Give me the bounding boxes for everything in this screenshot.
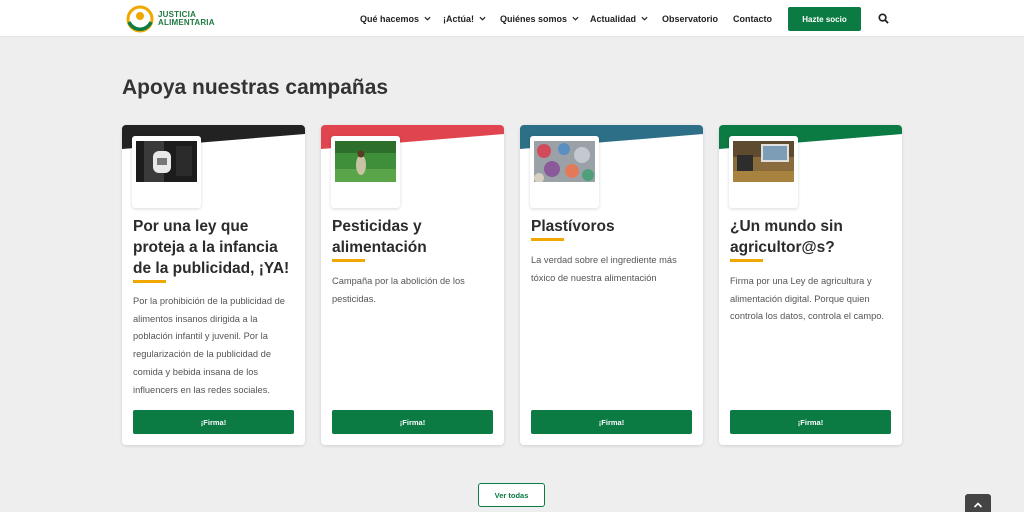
title-underline [332, 259, 365, 262]
campaign-image [136, 141, 197, 182]
chevron-down-icon [479, 16, 486, 21]
section-title: Apoya nuestras campañas [122, 76, 389, 99]
card-title: Por una ley que proteja a la infancia de… [133, 218, 290, 277]
campaign-card: Plastívoros La verdad sobre el ingredien… [520, 125, 703, 445]
campaign-image [335, 141, 396, 182]
campaign-image [534, 141, 595, 182]
card-image-frame [132, 136, 201, 208]
card-image-frame [729, 136, 798, 208]
nav-label: Qué hacemos [360, 13, 420, 24]
nav-actualidad[interactable]: Actualidad [590, 0, 648, 37]
card-description: La verdad sobre el ingrediente más tóxic… [531, 255, 677, 283]
card-description: Por la prohibición de la publicidad de a… [133, 296, 285, 395]
ver-todas-button[interactable]: Ver todas [478, 483, 545, 507]
nav-label: Contacto [733, 13, 772, 24]
campaign-card: Por una ley que proteja a la infancia de… [122, 125, 305, 445]
firma-button[interactable]: ¡Firma! [332, 410, 493, 434]
card-description: Firma por una Ley de agricultura y alime… [730, 276, 884, 322]
campaign-card: ¿Un mundo sin agricultor@s? Firma por un… [719, 125, 902, 445]
nav-label: ¡Actúa! [443, 13, 474, 24]
firma-button[interactable]: ¡Firma! [730, 410, 891, 434]
title-underline [133, 280, 166, 283]
nav-label: Quiénes somos [500, 13, 568, 24]
logo-text: JUSTICIA ALIMENTARIA [158, 11, 215, 27]
search-icon[interactable] [878, 13, 889, 24]
site-header: JUSTICIA ALIMENTARIA Qué hacemos ¡Actúa!… [0, 0, 1024, 37]
card-image-frame [530, 136, 599, 208]
card-image-frame [331, 136, 400, 208]
nav-observatorio[interactable]: Observatorio [662, 0, 718, 37]
nav-contacto[interactable]: Contacto [733, 0, 772, 37]
chevron-down-icon [424, 16, 431, 21]
nav-quienes-somos[interactable]: Quiénes somos [500, 0, 579, 37]
hazte-socio-button[interactable]: Hazte socio [788, 7, 861, 31]
card-title: Plastívoros [531, 218, 615, 235]
title-underline [730, 259, 763, 262]
card-description: Campaña por la abolición de los pesticid… [332, 276, 465, 304]
card-title: Pesticidas y alimentación [332, 218, 427, 256]
logo-line-2: ALIMENTARIA [158, 18, 215, 27]
site-logo[interactable]: JUSTICIA ALIMENTARIA [125, 4, 215, 34]
scroll-to-top-button[interactable] [965, 494, 991, 512]
chevron-down-icon [641, 16, 648, 21]
nav-label: Observatorio [662, 13, 719, 24]
nav-actua[interactable]: ¡Actúa! [443, 0, 486, 37]
chevron-down-icon [572, 16, 579, 21]
card-title: ¿Un mundo sin agricultor@s? [730, 218, 843, 256]
campaign-image [733, 141, 794, 182]
nav-que-hacemos[interactable]: Qué hacemos [360, 0, 431, 37]
firma-button[interactable]: ¡Firma! [133, 410, 294, 434]
firma-button[interactable]: ¡Firma! [531, 410, 692, 434]
campaign-card: Pesticidas y alimentación Campaña por la… [321, 125, 504, 445]
chevron-up-icon [973, 502, 983, 508]
nav-label: Actualidad [590, 13, 637, 24]
logo-icon [126, 5, 154, 33]
title-underline [531, 238, 564, 241]
